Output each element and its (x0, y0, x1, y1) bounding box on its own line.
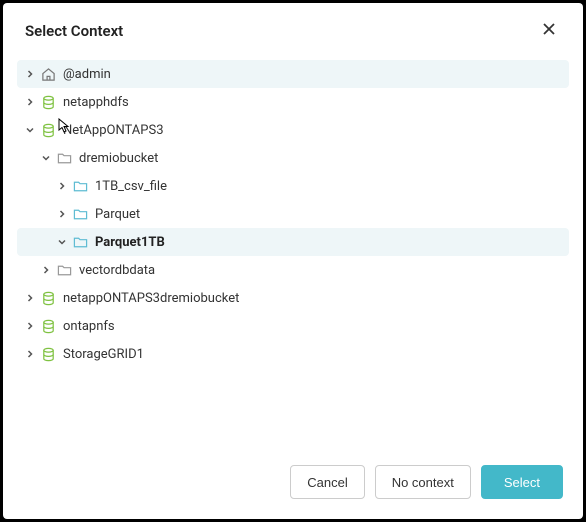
tree-row-label: Parquet1TB (95, 235, 165, 250)
close-icon (541, 21, 557, 40)
dialog-header: Select Context (3, 3, 583, 56)
select-context-dialog: Select Context @admin netapphdfs NetAppONT… (3, 3, 583, 519)
tree-row-label: dremiobucket (79, 151, 158, 166)
tree-row[interactable]: dremiobucket (17, 144, 569, 172)
tree-row-label: @admin (63, 67, 111, 82)
chevron-right-icon[interactable] (55, 179, 69, 193)
chevron-right-icon[interactable] (23, 67, 37, 81)
tree-row-label: Parquet (95, 207, 140, 222)
folder-blue-icon (71, 205, 89, 223)
home-icon (39, 65, 57, 83)
tree-row[interactable]: @admin (17, 60, 569, 88)
tree-row[interactable]: 1TB_csv_file (17, 172, 569, 200)
folder-icon (55, 149, 73, 167)
folder-blue-icon (71, 233, 89, 251)
chevron-right-icon[interactable] (23, 319, 37, 333)
dialog-title: Select Context (25, 22, 123, 40)
tree-row[interactable]: Parquet1TB (17, 228, 569, 256)
dialog-footer: Cancel No context Select (3, 449, 583, 519)
folder-blue-icon (71, 177, 89, 195)
tree-row-label: NetAppONTAPS3 (63, 123, 164, 138)
chevron-down-icon[interactable] (23, 123, 37, 137)
chevron-right-icon[interactable] (23, 291, 37, 305)
tree-row[interactable]: StorageGRID1 (17, 340, 569, 368)
tree-row-label: StorageGRID1 (63, 347, 144, 362)
database-icon (39, 345, 57, 363)
tree-row-label: 1TB_csv_file (95, 179, 167, 194)
tree-row[interactable]: Parquet (17, 200, 569, 228)
no-context-button[interactable]: No context (375, 465, 471, 499)
chevron-down-icon[interactable] (55, 235, 69, 249)
tree-row[interactable]: netappONTAPS3dremiobucket (17, 284, 569, 312)
database-icon (39, 317, 57, 335)
tree-row[interactable]: netapphdfs (17, 88, 569, 116)
tree-container[interactable]: @admin netapphdfs NetAppONTAPS3 dremiobucke… (3, 56, 583, 449)
chevron-right-icon[interactable] (23, 347, 37, 361)
tree-row[interactable]: vectordbdata (17, 256, 569, 284)
select-button[interactable]: Select (481, 465, 563, 499)
database-icon (39, 93, 57, 111)
tree-row[interactable]: ontapnfs (17, 312, 569, 340)
chevron-right-icon[interactable] (23, 95, 37, 109)
cancel-button[interactable]: Cancel (290, 465, 364, 499)
chevron-right-icon[interactable] (39, 263, 53, 277)
chevron-right-icon[interactable] (55, 207, 69, 221)
database-icon (39, 121, 57, 139)
tree-row-label: vectordbdata (79, 263, 155, 278)
chevron-down-icon[interactable] (39, 151, 53, 165)
tree-row-label: ontapnfs (63, 319, 115, 334)
close-button[interactable] (537, 17, 561, 44)
tree-row-label: netapphdfs (63, 95, 129, 110)
database-icon (39, 289, 57, 307)
tree-row[interactable]: NetAppONTAPS3 (17, 116, 569, 144)
folder-icon (55, 261, 73, 279)
tree-row-label: netappONTAPS3dremiobucket (63, 291, 239, 306)
